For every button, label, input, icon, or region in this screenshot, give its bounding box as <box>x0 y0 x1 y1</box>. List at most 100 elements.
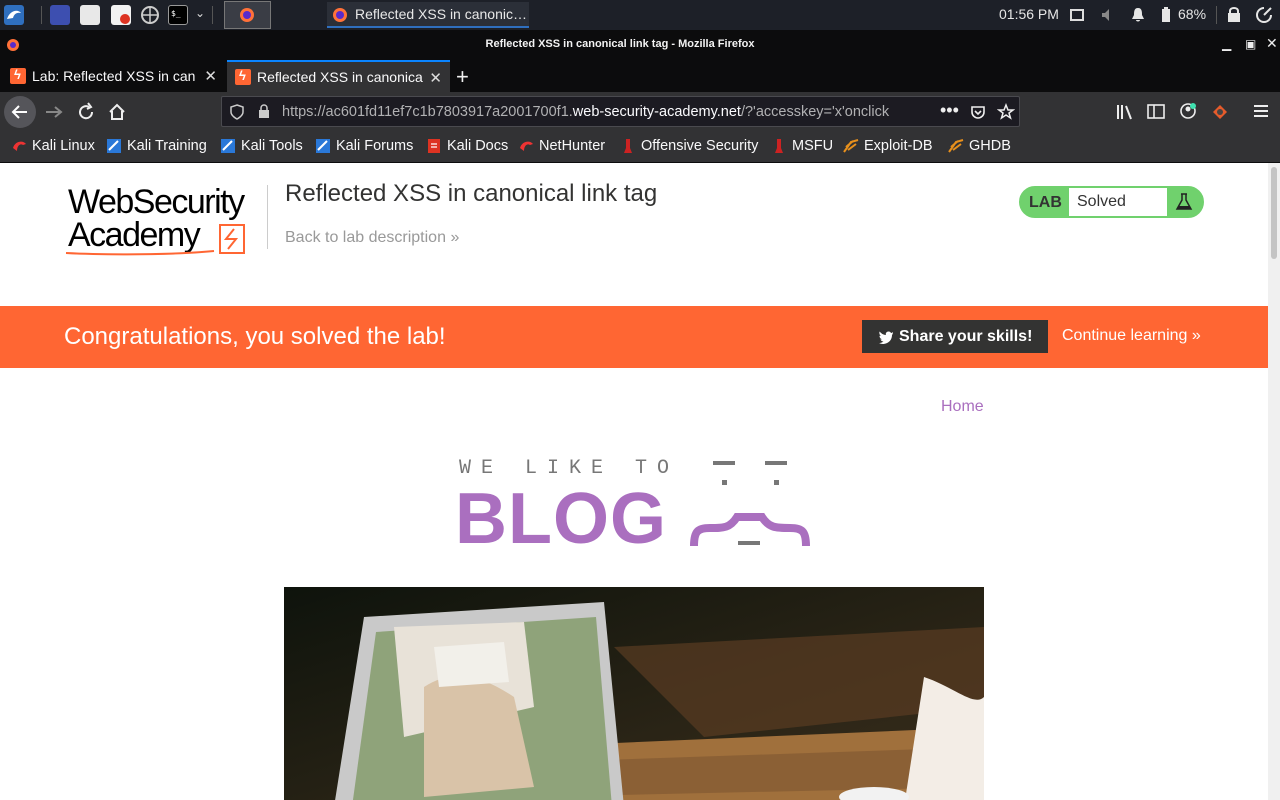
screen-icon[interactable] <box>1070 8 1084 22</box>
bookmark-nethunter[interactable]: NetHunter <box>518 138 605 154</box>
laptop-photo <box>284 587 984 800</box>
kali-menu-icon[interactable] <box>4 5 24 25</box>
continue-learning-label: Continue learning <box>1062 327 1188 344</box>
kali-dragon-icon <box>13 141 26 151</box>
lab-badge-label: LAB <box>1029 194 1062 211</box>
terminal-icon[interactable]: $_ <box>168 5 188 25</box>
tab-lab-description[interactable]: Lab: Reflected XSS in can ✕ <box>0 60 225 92</box>
hamburger-menu-icon[interactable] <box>1253 104 1269 118</box>
bookmark-msfu[interactable]: MSFU <box>771 138 833 154</box>
flask-icon <box>1175 193 1193 210</box>
kali-training-icon <box>107 139 121 153</box>
home-icon[interactable] <box>107 102 127 122</box>
lock-screen-icon[interactable] <box>1227 6 1241 23</box>
url-prefix: https://ac601fd11ef7c1b7803917a2001700f1… <box>282 104 573 120</box>
forward-button[interactable] <box>44 103 64 121</box>
solved-banner: Congratulations, you solved the lab! Sha… <box>0 306 1268 368</box>
tracking-shield-icon[interactable] <box>230 104 244 120</box>
reload-icon[interactable] <box>76 102 96 122</box>
extension-icon[interactable] <box>1210 102 1230 122</box>
tab-label: Reflected XSS in canonica <box>257 69 423 85</box>
close-icon[interactable]: ✕ <box>1266 35 1278 52</box>
url-suffix: /?'accesskey='x'onclick <box>740 104 890 120</box>
sidebar-icon[interactable] <box>1147 103 1165 121</box>
bookmark-star-icon[interactable] <box>997 103 1015 121</box>
exploit-db-icon <box>843 139 859 153</box>
back-link-label: Back to lab description <box>285 229 446 246</box>
header-divider <box>267 185 268 249</box>
page-scrollbar[interactable] <box>1268 163 1280 800</box>
lock-icon[interactable] <box>258 104 270 119</box>
firefox-launcher[interactable] <box>224 1 271 29</box>
bookmark-label: Offensive Security <box>641 138 759 154</box>
window-title: Reflected XSS in canonical link tag - Mo… <box>485 38 755 50</box>
new-tab-icon[interactable]: + <box>456 64 469 90</box>
blog-hero-image[interactable] <box>284 587 984 800</box>
url-text[interactable]: https://ac601fd11ef7c1b7803917a2001700f1… <box>282 104 932 120</box>
scrollbar-thumb[interactable] <box>1271 167 1277 259</box>
bookmark-label: Kali Linux <box>32 138 95 154</box>
taskbar-window-button[interactable]: Reflected XSS in canonic… <box>327 2 529 28</box>
msfu-icon <box>775 139 783 153</box>
nethunter-icon <box>520 141 533 151</box>
taskbar-separator <box>212 6 213 24</box>
notification-bell-icon[interactable] <box>1130 7 1146 23</box>
kali-tools-icon <box>221 139 235 153</box>
bookmark-kali-tools[interactable]: Kali Tools <box>220 138 303 154</box>
logout-icon[interactable] <box>1255 6 1273 24</box>
bookmark-kali-docs[interactable]: Kali Docs <box>426 138 508 154</box>
arrow-left-icon <box>11 105 27 119</box>
blog-tagline: WE LIKE TO <box>459 457 680 480</box>
close-tab-icon[interactable]: ✕ <box>204 67 217 85</box>
close-tab-icon[interactable]: ✕ <box>429 69 442 87</box>
pocket-icon[interactable] <box>970 104 986 120</box>
bookmark-kali-linux[interactable]: Kali Linux <box>11 138 95 154</box>
bookmark-exploit-db[interactable]: Exploit-DB <box>843 138 933 154</box>
bookmark-kali-training[interactable]: Kali Training <box>106 138 207 154</box>
tab-lab-page[interactable]: Reflected XSS in canonica ✕ <box>227 60 450 92</box>
url-bar[interactable]: https://ac601fd11ef7c1b7803917a2001700f1… <box>221 96 1020 127</box>
bookmark-ghdb[interactable]: GHDB <box>948 138 1011 154</box>
bookmarks-toolbar: Kali Linux Kali Training Kali Tools Kali… <box>0 132 1280 163</box>
taskbar-window-title: Reflected XSS in canonic… <box>355 6 527 22</box>
web-browser-icon[interactable] <box>140 5 160 25</box>
library-icon[interactable] <box>1116 103 1134 121</box>
ghdb-icon <box>948 139 964 153</box>
bookmark-label: Kali Tools <box>241 138 303 154</box>
bookmark-kali-forums[interactable]: Kali Forums <box>315 138 413 154</box>
clock[interactable]: 01:56 PM <box>999 6 1059 22</box>
page-content: WebSecurity Academy Reflected XSS in can… <box>0 163 1268 800</box>
volume-icon[interactable] <box>1100 7 1116 23</box>
back-to-lab-description-link[interactable]: Back to lab description » <box>285 229 459 247</box>
bookmark-offensive-security[interactable]: Offensive Security <box>620 138 758 154</box>
chevron-double-right-icon: » <box>450 229 460 246</box>
lab-status-badge: LAB Solved <box>1019 186 1204 218</box>
home-link[interactable]: Home <box>941 398 984 416</box>
back-button[interactable] <box>4 96 36 128</box>
taskbar-separator <box>41 6 42 24</box>
share-skills-label: Share your skills! <box>899 327 1033 345</box>
share-skills-button[interactable]: Share your skills! <box>862 320 1048 353</box>
blog-face-icon <box>690 461 810 547</box>
account-icon[interactable] <box>1179 102 1197 120</box>
wsa-favicon-icon <box>10 67 26 84</box>
logo-line-1: WebSecurity <box>68 183 245 221</box>
taskbar-separator <box>1216 6 1217 24</box>
page-actions-icon[interactable]: ••• <box>940 100 959 121</box>
kali-docs-icon <box>428 139 440 153</box>
offsec-icon <box>624 139 632 153</box>
minimize-icon[interactable]: ▁ <box>1222 37 1231 51</box>
chevron-down-icon[interactable]: ⌄ <box>195 6 205 20</box>
maximize-icon[interactable]: ▣ <box>1245 37 1256 51</box>
battery-icon[interactable] <box>1160 7 1172 23</box>
bookmark-label: NetHunter <box>539 138 606 154</box>
show-desktop-icon[interactable] <box>50 5 70 25</box>
kali-forums-icon <box>316 139 330 153</box>
bookmark-label: Exploit-DB <box>864 138 933 154</box>
file-manager-icon[interactable] <box>80 5 100 25</box>
bookmark-label: Kali Docs <box>447 138 509 154</box>
logo-swoosh-icon <box>65 224 245 256</box>
text-editor-icon[interactable] <box>111 5 131 25</box>
continue-learning-link[interactable]: Continue learning » <box>1062 327 1201 345</box>
twitter-icon <box>879 331 893 344</box>
